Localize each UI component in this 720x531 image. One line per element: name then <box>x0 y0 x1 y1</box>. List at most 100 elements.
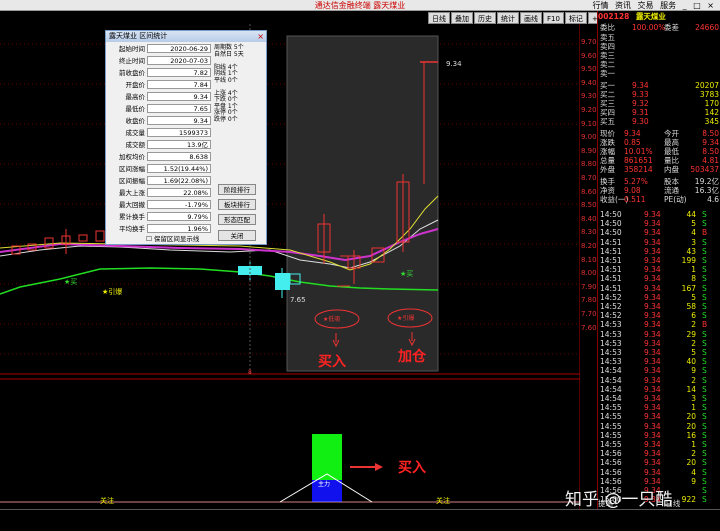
quote-sub-label: 最高 <box>664 138 679 147</box>
tick-side: S <box>702 375 707 385</box>
tick-row: 14:51 9.34 1 S <box>598 265 720 274</box>
tick-row: 14:56 9.34 2 S <box>598 449 720 458</box>
menu-item-trade[interactable]: 交易 <box>638 1 654 10</box>
tool-overlay[interactable]: 叠加 <box>451 12 473 24</box>
tick-volume: 3 <box>691 394 696 403</box>
tick-side: S <box>702 440 707 449</box>
minimize-button[interactable]: _ <box>683 1 687 10</box>
dialog-close-icon[interactable]: × <box>257 31 264 42</box>
tick-side: S <box>702 403 707 413</box>
sector-rank-button[interactable]: 板块排行 <box>218 199 256 210</box>
dialog-field-value[interactable]: 2020-06-29 <box>147 44 211 53</box>
tool-mark[interactable]: 标记 <box>564 12 587 24</box>
dialog-field-row: 最高价 9.34 <box>109 92 213 102</box>
menu-item-service[interactable]: 服务 <box>660 1 676 10</box>
maximize-button[interactable]: □ <box>693 1 701 10</box>
tick-row: 14:51 9.34 167 S <box>598 284 720 293</box>
tick-time: 14:52 <box>600 302 622 311</box>
quote-label: 买五 <box>600 117 615 126</box>
tick-side: S <box>702 366 707 376</box>
tick-row: 14:52 9.34 6 S <box>598 311 720 320</box>
tick-row: 14:52 9.34 58 S <box>598 302 720 311</box>
tick-volume: 20 <box>686 421 696 431</box>
tick-time: 14:54 <box>600 394 622 403</box>
tick-price: 9.34 <box>644 237 661 247</box>
volume-buy-annotation: 买入 <box>398 460 426 476</box>
tick-side: S <box>702 302 707 311</box>
quote-row: 涨幅 10.01% 最低 8.50 <box>598 147 720 156</box>
quote-row: 买五 9.30 345 <box>598 117 720 126</box>
tick-volume: 4 <box>691 467 696 477</box>
tick-price: 9.34 <box>644 256 661 265</box>
tick-side: B <box>702 320 708 330</box>
quote-label: 买一 <box>600 81 615 90</box>
watch-right-label: 关注 <box>436 497 450 505</box>
quote-right-value: 4.6 <box>707 195 719 204</box>
quote-right-value: 170 <box>704 99 719 108</box>
quote-row: 买四 9.31 142 <box>598 108 720 117</box>
tick-side: S <box>702 430 707 440</box>
app-window: 通达信金融终端 露天煤业 行情 资讯 交易 服务 _ □ × 日线 叠加 历史 … <box>0 0 720 531</box>
price-tick-label: 9.40 <box>581 78 597 87</box>
dialog-field-value[interactable]: 2020-07-03 <box>147 56 211 65</box>
tick-price: 9.34 <box>644 219 661 229</box>
quote-sub-label: 量比 <box>664 156 679 165</box>
price-tick-label: 9.30 <box>581 92 597 101</box>
keep-line-checkbox[interactable]: ☐ 保留区间显示线 <box>146 235 199 244</box>
tick-price: 9.34 <box>644 403 661 413</box>
tick-price: 9.34 <box>644 458 661 468</box>
pattern-match-button[interactable]: 形态匹配 <box>218 214 256 225</box>
dialog-close-button[interactable]: 关闭 <box>218 230 256 241</box>
price-tick-label: 8.30 <box>581 228 597 237</box>
tick-row: 14:54 9.34 3 S <box>598 394 720 403</box>
dialog-titlebar[interactable]: 露天煤业 区间统计 × <box>106 31 266 42</box>
tick-price: 9.34 <box>644 302 661 311</box>
tick-price: 9.34 <box>644 467 661 477</box>
dialog-field-label: 终止时间 <box>119 57 145 65</box>
quote-row: 买一 9.34 20207 <box>598 81 720 90</box>
tick-row: 14:50 9.34 5 S <box>598 219 720 228</box>
quote-panel: 002128 露天煤业 委比 100.00% 委差 24660 卖五 卖四 卖三 卖二 卖一 买一… <box>597 11 720 509</box>
tool-stats[interactable]: 统计 <box>497 12 519 24</box>
tick-row: 14:53 9.34 5 S <box>598 348 720 357</box>
title-bar: 通达信金融终端 露天煤业 行情 资讯 交易 服务 _ □ × <box>0 0 720 11</box>
tick-side: S <box>702 283 707 293</box>
quote-right-value: 8.50 <box>702 129 719 138</box>
tool-history[interactable]: 历史 <box>474 12 496 24</box>
close-button[interactable]: × <box>707 1 714 10</box>
menu-item-quotes[interactable]: 行情 <box>592 1 608 10</box>
dialog-field-label: 前收盘价 <box>119 69 145 77</box>
tick-price: 9.34 <box>644 311 661 321</box>
kline-chart[interactable]: 8 7 9.34 7.65 ★买 ★引爆 ★买 ★低吸 ★引爆 买入 加仓 买入… <box>0 24 580 509</box>
tick-volume: 43 <box>686 246 696 256</box>
tick-volume: 2 <box>691 375 696 385</box>
tick-side: S <box>702 348 707 357</box>
quote-label: 卖五 <box>600 33 615 42</box>
tool-daily[interactable]: 日线 <box>428 12 450 24</box>
tick-row: 14:56 9.34 4 S <box>598 468 720 477</box>
quote-label: 外盘 <box>600 165 615 174</box>
quote-value: 9.34 <box>624 129 641 138</box>
tick-volume: 1 <box>691 440 696 449</box>
tick-price: 9.34 <box>644 348 661 357</box>
dialog-field-label: 成交额 <box>125 141 146 149</box>
tick-time: 14:54 <box>600 384 622 394</box>
tick-row: 14:54 9.34 14 S <box>598 385 720 394</box>
tick-volume: 44 <box>686 210 696 219</box>
tick-time: 14:51 <box>600 265 622 275</box>
dialog-title: 露天煤业 区间统计 <box>109 32 168 40</box>
stage-rank-button[interactable]: 阶段排行 <box>218 184 256 195</box>
tick-row: 14:51 9.34 8 S <box>598 274 720 283</box>
quote-sub-label: PE(动) <box>664 195 687 204</box>
menu-item-news[interactable]: 资讯 <box>615 1 631 10</box>
quote-row: 现价 9.34 今开 8.50 <box>598 129 720 138</box>
tick-price: 9.34 <box>644 228 661 238</box>
bubble-ignite-label: ★引爆 <box>397 315 415 322</box>
quote-row: 卖三 <box>598 51 720 60</box>
price-tick-label: 7.60 <box>581 323 597 332</box>
tick-row: 14:51 9.34 3 S <box>598 238 720 247</box>
quote-right-value: 345 <box>704 117 719 126</box>
tool-f10[interactable]: F10 <box>543 12 564 24</box>
tool-draw[interactable]: 画线 <box>520 12 542 24</box>
dialog-field-value: 22.08% <box>147 188 211 197</box>
